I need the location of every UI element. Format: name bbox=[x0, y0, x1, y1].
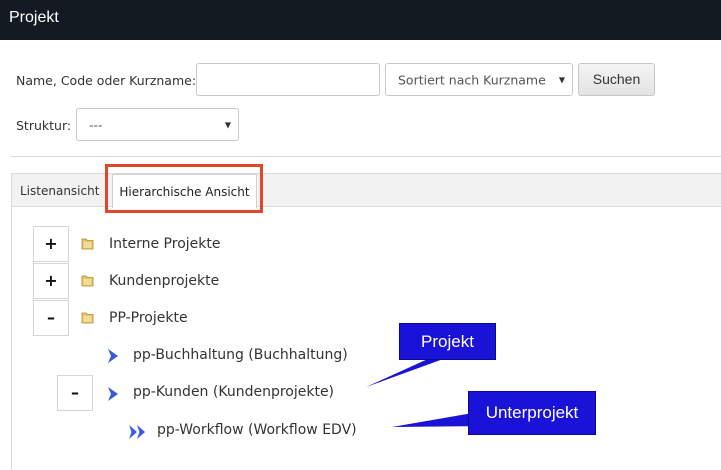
collapse-button[interactable]: – bbox=[33, 300, 69, 336]
structure-label: Struktur: bbox=[16, 118, 72, 133]
folder-icon bbox=[81, 312, 94, 324]
tree-item-label[interactable]: Interne Projekte bbox=[109, 236, 220, 252]
folder-icon bbox=[81, 238, 94, 250]
sort-select-value: Sortiert nach Kurzname bbox=[398, 72, 546, 87]
expand-button[interactable]: + bbox=[33, 263, 69, 299]
tree-item-label[interactable]: pp-Buchhaltung (Buchhaltung) bbox=[133, 347, 348, 363]
folder-icon bbox=[81, 275, 94, 287]
chevron-right-icon bbox=[108, 387, 118, 401]
chevron-down-icon: ▼ bbox=[224, 120, 231, 129]
divider bbox=[11, 156, 721, 157]
sort-select[interactable]: Sortiert nach Kurzname ▼ bbox=[385, 63, 573, 96]
tab-listenansicht[interactable]: Listenansicht bbox=[20, 184, 99, 198]
structure-select-value: --- bbox=[89, 117, 103, 132]
title-bar: Projekt bbox=[0, 0, 721, 40]
search-button[interactable]: Suchen bbox=[578, 63, 655, 96]
structure-select[interactable]: --- ▼ bbox=[76, 108, 239, 141]
callout-unterprojekt: Unterprojekt bbox=[468, 391, 596, 435]
expand-button[interactable]: + bbox=[33, 226, 69, 262]
collapse-button[interactable]: – bbox=[57, 375, 93, 411]
search-input[interactable] bbox=[196, 63, 380, 96]
double-chevron-right-icon bbox=[129, 425, 145, 439]
search-label: Name, Code oder Kurzname: bbox=[16, 73, 197, 88]
tree-item-label[interactable]: pp-Kunden (Kundenprojekte) bbox=[133, 384, 334, 400]
page-title: Projekt bbox=[9, 9, 59, 26]
tree-item-label[interactable]: pp-Workflow (Workflow EDV) bbox=[157, 422, 357, 438]
tree-item-label[interactable]: PP-Projekte bbox=[109, 310, 188, 326]
callout-projekt: Projekt bbox=[399, 323, 496, 360]
highlight-box bbox=[105, 164, 263, 213]
tree-item-label[interactable]: Kundenprojekte bbox=[109, 273, 219, 289]
chevron-down-icon: ▼ bbox=[558, 75, 565, 84]
chevron-right-icon bbox=[108, 349, 118, 363]
